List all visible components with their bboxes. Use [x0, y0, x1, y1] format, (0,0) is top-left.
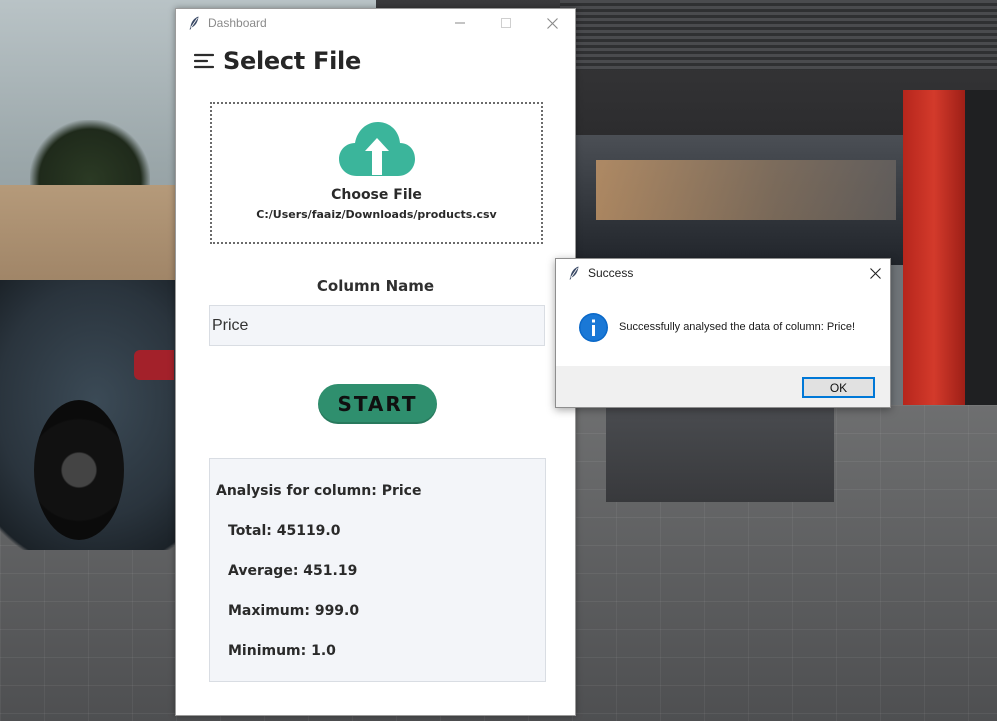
- ok-button[interactable]: OK: [802, 377, 875, 398]
- analysis-minimum: Minimum: 1.0: [228, 643, 336, 659]
- minimize-button[interactable]: [437, 9, 483, 37]
- start-button[interactable]: START: [318, 384, 437, 424]
- dialog-title: Success: [588, 266, 634, 280]
- column-name-label: Column Name: [316, 277, 435, 295]
- success-dialog: Success Successfully analysed the data o…: [555, 258, 891, 408]
- minimize-icon: [455, 22, 465, 24]
- dialog-message: Successfully analysed the data of column…: [619, 321, 856, 333]
- choose-file-label[interactable]: Choose File: [331, 187, 422, 203]
- window-titlebar[interactable]: Dashboard: [176, 9, 575, 37]
- file-dropzone[interactable]: Choose File C:/Users/faaiz/Downloads/pro…: [210, 102, 543, 244]
- analysis-title: Analysis for column: Price: [216, 483, 422, 499]
- window-title: Dashboard: [208, 16, 267, 30]
- analysis-maximum: Maximum: 999.0: [228, 603, 360, 619]
- page-header: Select File: [194, 47, 361, 75]
- feather-icon: [189, 16, 199, 30]
- cloud-upload-icon: [338, 122, 415, 176]
- analysis-average: Average: 451.19: [228, 563, 358, 579]
- dialog-titlebar[interactable]: Success: [556, 259, 890, 287]
- dialog-close-button[interactable]: [860, 259, 890, 287]
- menu-icon[interactable]: [194, 51, 214, 71]
- selected-file-path: C:/Users/faaiz/Downloads/products.csv: [256, 208, 497, 221]
- dialog-body: Successfully analysed the data of column…: [556, 287, 890, 367]
- page-title: Select File: [223, 47, 361, 75]
- close-button[interactable]: [529, 9, 575, 37]
- analysis-panel: Analysis for column: Price Total: 45119.…: [209, 458, 546, 682]
- dashboard-window: Dashboard Select File Choose File C:/Use…: [175, 8, 576, 716]
- column-name-input[interactable]: [209, 305, 545, 346]
- analysis-total: Total: 45119.0: [228, 523, 341, 539]
- info-icon: [579, 312, 608, 342]
- close-icon: [869, 267, 881, 279]
- maximize-icon: [501, 18, 511, 28]
- close-icon: [546, 17, 558, 29]
- feather-icon: [569, 266, 579, 280]
- maximize-button[interactable]: [483, 9, 529, 37]
- dialog-footer: OK: [556, 366, 890, 407]
